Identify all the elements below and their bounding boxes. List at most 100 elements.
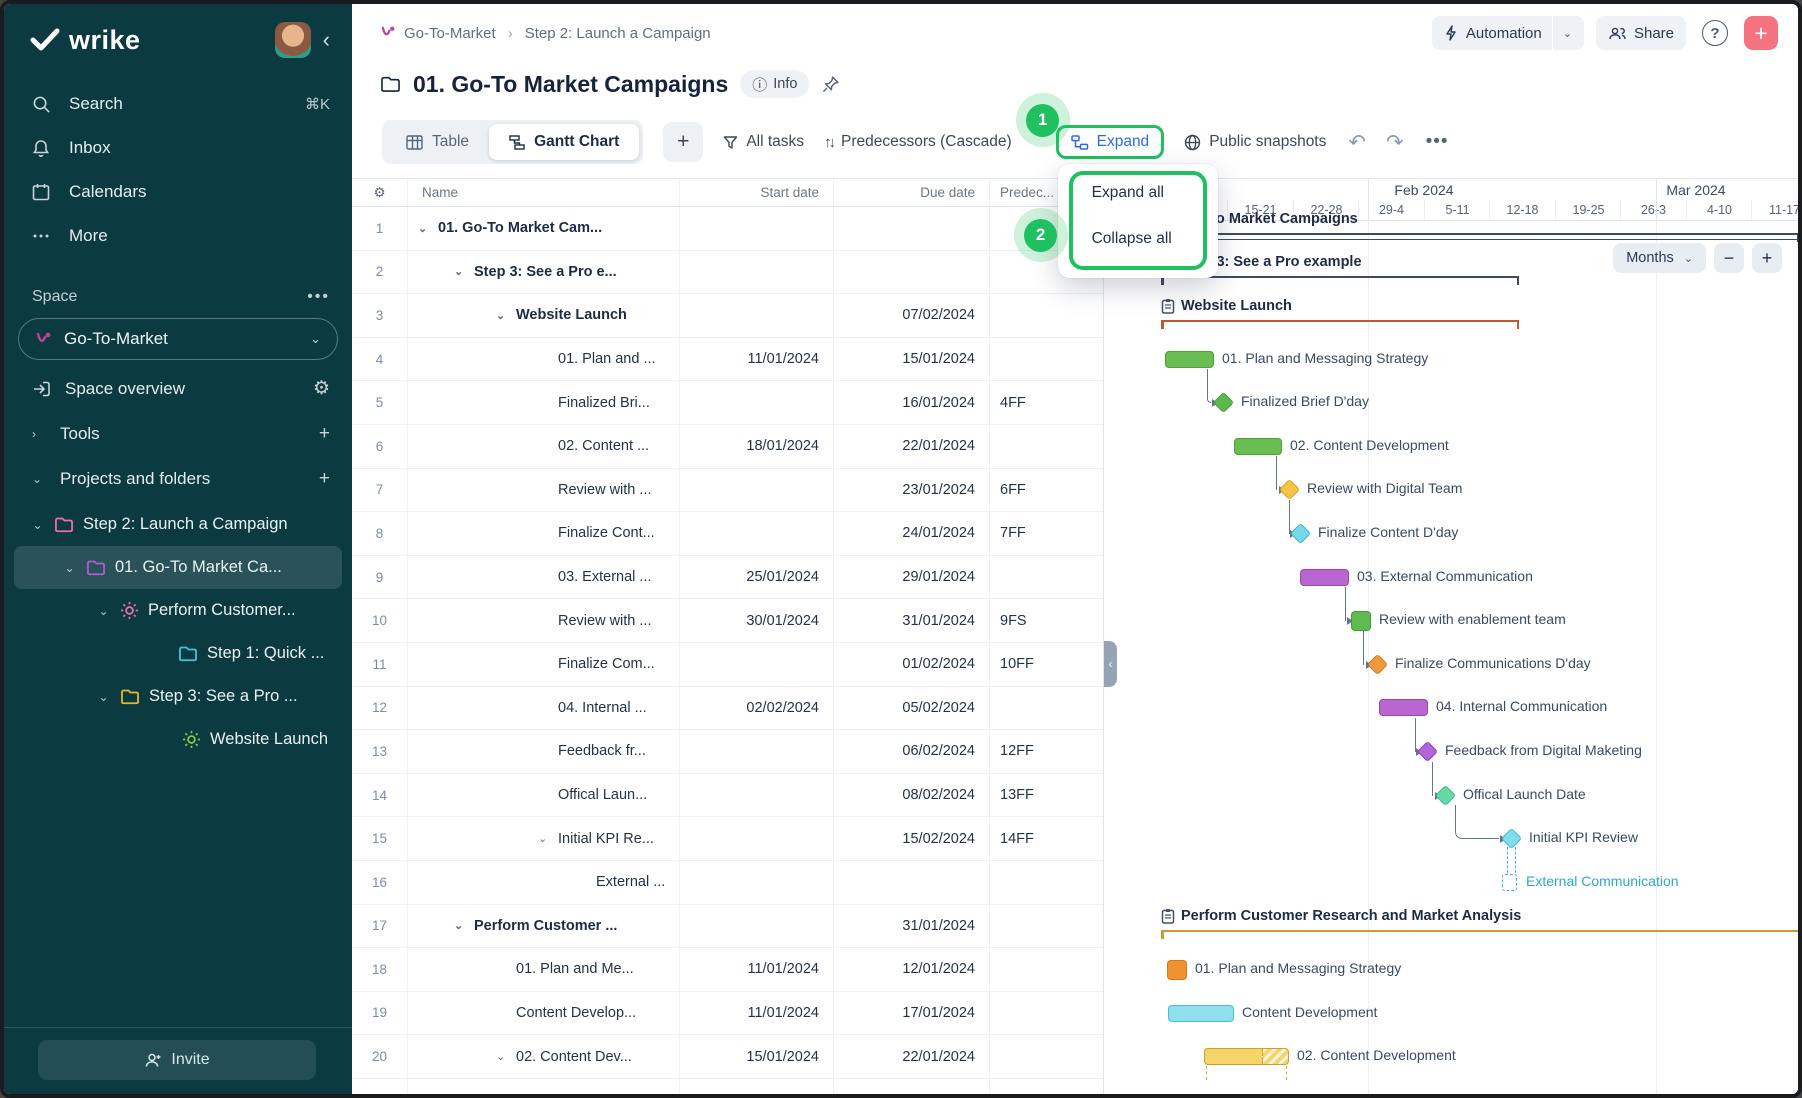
zoom-out-button[interactable]: − [1714, 243, 1744, 273]
predecessor-cell[interactable] [990, 294, 1103, 337]
chevron-icon[interactable]: ⌄ [32, 472, 46, 486]
task-name-cell[interactable]: ⌄04. Internal ... [408, 687, 680, 730]
chevron-down-icon[interactable]: ⌄ [96, 604, 111, 618]
start-date-cell[interactable] [680, 294, 834, 337]
table-row[interactable]: 5⌄Finalized Bri...16/01/20244FF [352, 381, 1103, 425]
filter-button[interactable]: All tasks [723, 133, 804, 151]
add-icon[interactable]: + [319, 468, 330, 490]
predecessor-cell[interactable]: 6FF [990, 469, 1103, 512]
chevron-down-icon[interactable]: ⌄ [454, 919, 474, 932]
due-date-cell[interactable]: 16/01/2024 [834, 381, 990, 424]
table-row[interactable]: 16⌄External ... [352, 861, 1103, 905]
table-row[interactable]: 3⌄Website Launch07/02/2024 [352, 294, 1103, 338]
predecessor-cell[interactable] [990, 992, 1103, 1035]
table-row[interactable]: 15⌄Initial KPI Re...15/02/202414FF [352, 817, 1103, 861]
redo-icon[interactable]: ↷ [1386, 130, 1404, 155]
sidebar-row-projects-and-folders[interactable]: ⌄Projects and folders+ [4, 456, 352, 501]
sort-button[interactable]: ↑↓ Predecessors (Cascade) [824, 133, 1012, 151]
due-date-cell[interactable]: 08/02/2024 [834, 774, 990, 817]
table-row[interactable]: 4⌄01. Plan and ...11/01/202415/01/2024 [352, 338, 1103, 382]
predecessor-cell[interactable]: 4FF [990, 381, 1103, 424]
start-date-cell[interactable]: 11/01/2024 [680, 948, 834, 991]
column-header-due-date[interactable]: Due date [834, 179, 990, 206]
chevron-down-icon[interactable]: ⌄ [496, 1050, 516, 1063]
due-date-cell[interactable]: 05/02/2024 [834, 687, 990, 730]
predecessor-cell[interactable] [990, 861, 1103, 904]
predecessor-cell[interactable] [990, 425, 1103, 468]
sidebar-item-calendars[interactable]: Calendars [4, 170, 352, 214]
gantt-summary-label[interactable]: Perform Customer Research and Market Ana… [1161, 908, 1521, 924]
predecessor-cell[interactable]: 9FS [990, 599, 1103, 642]
start-date-cell[interactable] [680, 730, 834, 773]
add-view-button[interactable]: + [663, 122, 703, 162]
due-date-cell[interactable]: 15/01/2024 [834, 338, 990, 381]
toolbar-more-icon[interactable]: ••• [1426, 131, 1449, 153]
invite-button[interactable]: Invite [38, 1040, 316, 1080]
start-date-cell[interactable] [680, 469, 834, 512]
gantt-task-bar[interactable] [1234, 438, 1282, 455]
start-date-cell[interactable] [680, 207, 834, 250]
predecessor-cell[interactable]: 14FF [990, 817, 1103, 860]
due-date-cell[interactable]: 12/01/2024 [834, 948, 990, 991]
start-date-cell[interactable] [680, 861, 834, 904]
chevron-down-icon[interactable]: ⌄ [496, 309, 516, 322]
task-name-cell[interactable]: ⌄Step 3: See a Pro e... [408, 251, 680, 294]
start-date-cell[interactable]: 18/01/2024 [680, 425, 834, 468]
breadcrumb-project[interactable]: Step 2: Launch a Campaign [525, 25, 711, 42]
task-name-cell[interactable]: ⌄ [408, 1079, 680, 1094]
start-date-cell[interactable] [680, 905, 834, 948]
table-row[interactable]: 17⌄Perform Customer ...31/01/2024 [352, 905, 1103, 949]
sidebar-tree-website-launch[interactable]: ⌄Website Launch [14, 718, 342, 761]
due-date-cell[interactable]: 01/02/2024 [834, 643, 990, 686]
due-date-cell[interactable]: 15/02/2024 [834, 817, 990, 860]
task-name-cell[interactable]: ⌄Finalize Cont... [408, 512, 680, 555]
due-date-cell[interactable]: 23/01/2024 [834, 469, 990, 512]
start-date-cell[interactable] [680, 817, 834, 860]
predecessor-cell[interactable] [990, 556, 1103, 599]
start-date-cell[interactable]: 11/01/2024 [680, 992, 834, 1035]
task-name-cell[interactable]: ⌄Feedback fr... [408, 730, 680, 773]
due-date-cell[interactable]: 24/01/2024 [834, 512, 990, 555]
predecessor-cell[interactable] [990, 687, 1103, 730]
predecessor-cell[interactable] [990, 948, 1103, 991]
task-name-cell[interactable]: ⌄Website Launch [408, 294, 680, 337]
gantt-task-bar[interactable] [1204, 1048, 1289, 1065]
start-date-cell[interactable] [680, 643, 834, 686]
due-date-cell[interactable]: 31/01/2024 [834, 905, 990, 948]
help-button[interactable]: ? [1698, 16, 1732, 50]
table-row[interactable]: 1⌄01. Go-To Market Cam... [352, 207, 1103, 251]
task-name-cell[interactable]: ⌄02. Content Dev... [408, 1035, 680, 1078]
sidebar-tree-step-1-quick-[interactable]: ⌄Step 1: Quick ... [14, 632, 342, 675]
due-date-cell[interactable] [834, 1079, 990, 1094]
table-row[interactable]: 6⌄02. Content ...18/01/202422/01/2024 [352, 425, 1103, 469]
sidebar-item-search[interactable]: Search⌘K [4, 82, 352, 126]
menu-item-collapse-all[interactable]: Collapse all [1058, 216, 1218, 262]
gantt-task-square[interactable] [1351, 611, 1371, 631]
table-row[interactable]: 9⌄03. External ...25/01/202429/01/2024 [352, 556, 1103, 600]
sidebar-item-inbox[interactable]: Inbox [4, 126, 352, 170]
sidebar-tree-01-go-to-market-ca-[interactable]: ⌄01. Go-To Market Ca... [14, 546, 342, 589]
table-row[interactable]: 12⌄04. Internal ...02/02/202405/02/2024 [352, 687, 1103, 731]
column-header-start-date[interactable]: Start date [680, 179, 834, 206]
table-row[interactable]: 11⌄Finalize Com...01/02/202410FF [352, 643, 1103, 687]
due-date-cell[interactable]: 29/01/2024 [834, 556, 990, 599]
wrike-logo[interactable]: wrike [30, 25, 275, 56]
task-name-cell[interactable]: ⌄Content Develop... [408, 992, 680, 1035]
due-date-cell[interactable]: 31/01/2024 [834, 599, 990, 642]
info-button[interactable]: ⓘ Info [740, 70, 809, 98]
task-name-cell[interactable]: ⌄01. Plan and ... [408, 338, 680, 381]
task-name-cell[interactable]: ⌄Review with ... [408, 469, 680, 512]
table-row[interactable]: 10⌄Review with ...30/01/202431/01/20249F… [352, 599, 1103, 643]
gantt-task-bar[interactable] [1165, 351, 1214, 368]
gantt-milestone-diamond[interactable] [1279, 479, 1300, 500]
tab-gantt-chart[interactable]: Gantt Chart [489, 124, 639, 160]
due-date-cell[interactable]: 22/01/2024 [834, 1035, 990, 1078]
gantt-milestone-diamond[interactable] [1213, 392, 1234, 413]
table-row[interactable]: 14⌄Offical Laun...08/02/202413FF [352, 774, 1103, 818]
tab-table[interactable]: Table [386, 124, 489, 160]
table-row[interactable]: 8⌄Finalize Cont...24/01/20247FF [352, 512, 1103, 556]
table-row[interactable]: 18⌄01. Plan and Me...11/01/202412/01/202… [352, 948, 1103, 992]
chevron-down-icon[interactable]: ⌄ [454, 265, 474, 278]
add-icon[interactable]: + [319, 423, 330, 445]
sidebar-row-space-overview[interactable]: Space overview⚙︎ [4, 366, 352, 411]
